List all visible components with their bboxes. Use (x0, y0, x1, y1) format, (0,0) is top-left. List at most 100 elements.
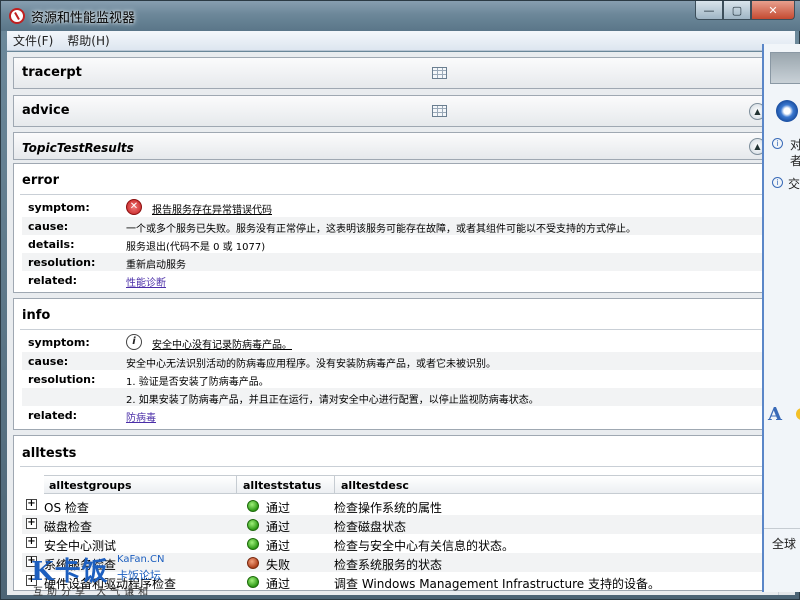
column-header-groups[interactable]: alltestgroups (46, 479, 132, 497)
row-label: details: (28, 238, 75, 251)
info-icon: i (772, 177, 783, 188)
related-link[interactable]: 性能诊断 (126, 274, 166, 289)
table-view-icon[interactable] (432, 105, 447, 117)
side-text-2: 者 (790, 154, 800, 168)
close-button[interactable]: ✕ (751, 1, 795, 20)
expand-icon[interactable]: + (26, 499, 37, 510)
error-cause-row: cause: 一个或多个服务已失败。服务没有正常停止，这表明该服务可能存在故障，… (22, 217, 774, 235)
test-status: 通过 (266, 501, 291, 515)
resource-monitor-window: 资源和性能监视器 — ▢ ✕ 文件(F) 帮助(H) tracerpt advi… (0, 0, 800, 600)
row-label: cause: (28, 220, 69, 233)
test-group: 磁盘检查 (44, 520, 93, 534)
side-bottom-bar: 全球 (764, 528, 800, 558)
minimize-button[interactable]: — (695, 1, 723, 20)
test-status: 通过 (266, 539, 291, 553)
advice-section-header[interactable]: advice ▲ (13, 95, 778, 127)
error-details-row: details: 服务退出(代码不是 0 或 1077) (22, 235, 774, 253)
column-header-status[interactable]: allteststatus (240, 479, 321, 497)
divider (20, 329, 776, 330)
side-text-3: 交 (788, 177, 800, 191)
side-text-1: 对 (790, 138, 800, 152)
expand-icon[interactable]: + (26, 518, 37, 529)
expand-icon[interactable]: + (26, 537, 37, 548)
test-desc: 检查系统服务的状态 (334, 558, 443, 572)
row-label: symptom: (28, 201, 90, 214)
webcam-icon[interactable] (776, 100, 798, 122)
info-cause-row: cause: 安全中心无法识别活动的防病毒应用程序。没有安装防病毒产品，或者它未… (22, 352, 774, 370)
watermark: K卡饭 KaFan.CN 卡饭论坛 互助分享 大气谦和 (31, 551, 201, 600)
row-value: 服务退出(代码不是 0 或 1077) (126, 242, 266, 253)
window-controls: — ▢ ✕ (695, 1, 795, 21)
row-label: related: (28, 409, 78, 422)
info-symptom-row: symptom: i 安全中心没有记录防病毒产品。 (22, 333, 774, 351)
info-related-row: related: 防病毒 (22, 406, 774, 424)
maximize-button[interactable]: ▢ (723, 1, 751, 20)
fail-status-icon (247, 557, 259, 569)
table-row[interactable]: + OS 检查 通过 检查操作系统的属性 (22, 496, 778, 515)
advice-title: advice (22, 103, 70, 118)
table-header: alltestgroups allteststatus alltestdesc (44, 475, 778, 494)
avatar[interactable] (770, 52, 800, 84)
error-symptom-row: symptom: ✕ 报告服务存在异常错误代码 (22, 198, 774, 216)
info-icon: i (126, 334, 142, 350)
divider (20, 466, 776, 467)
row-label: symptom: (28, 336, 90, 349)
related-link[interactable]: 防病毒 (126, 409, 156, 424)
watermark-site: KaFan.CN (117, 554, 165, 565)
report-content: tracerpt advice ▲ TopicTestResults ▲ err… (7, 52, 778, 595)
pass-status-icon (247, 519, 259, 531)
column-header-desc[interactable]: alltestdesc (338, 479, 409, 497)
test-group: OS 检查 (44, 501, 89, 515)
row-value: 2. 如果安装了防病毒产品，并且正在运行，请对安全中心进行配置，以停止监视防病毒… (126, 395, 539, 406)
row-value: 一个或多个服务已失败。服务没有正常停止，这表明该服务可能存在故障，或者其组件可能… (126, 224, 636, 235)
error-related-row: related: 性能诊断 (22, 271, 774, 289)
table-view-icon[interactable] (432, 67, 447, 79)
test-status: 失败 (266, 558, 291, 572)
table-row[interactable]: + 磁盘检查 通过 检查磁盘状态 (22, 515, 778, 534)
divider (20, 194, 776, 195)
side-bottom-text[interactable]: 全球 (772, 535, 796, 552)
menu-bar: 文件(F) 帮助(H) (7, 31, 795, 51)
info-resolution-row-2: 2. 如果安装了防病毒产品，并且正在运行，请对安全中心进行配置，以停止监视防病毒… (22, 388, 774, 406)
test-desc: 检查磁盘状态 (334, 520, 407, 534)
row-value: 安全中心没有记录防病毒产品。 (152, 340, 292, 351)
alltests-title: alltests (22, 446, 77, 461)
info-panel: info symptom: i 安全中心没有记录防病毒产品。 cause: 安全… (13, 298, 778, 430)
error-icon: ✕ (126, 199, 142, 215)
row-value: 安全中心无法识别活动的防病毒应用程序。没有安装防病毒产品，或者它未被识别。 (126, 359, 496, 370)
emoji-icon[interactable] (796, 408, 800, 420)
app-icon (9, 8, 25, 24)
window-title: 资源和性能监视器 (31, 11, 136, 26)
menu-file[interactable]: 文件(F) (13, 32, 53, 49)
error-panel: error symptom: ✕ 报告服务存在异常错误代码 cause: 一个或… (13, 163, 778, 293)
info-title: info (22, 308, 51, 323)
row-label: cause: (28, 355, 69, 368)
row-value: 报告服务存在异常错误代码 (152, 205, 272, 216)
font-icon[interactable]: A (768, 404, 782, 425)
error-title: error (22, 173, 59, 188)
title-bar[interactable]: 资源和性能监视器 — ▢ ✕ (1, 1, 800, 31)
menu-help[interactable]: 帮助(H) (67, 32, 109, 49)
test-desc: 调查 Windows Management Infrastructure 支持的… (334, 577, 660, 591)
row-value: 重新启动服务 (126, 260, 186, 271)
row-value: 1. 验证是否安装了防病毒产品。 (126, 377, 269, 388)
test-desc: 检查操作系统的属性 (334, 501, 443, 515)
test-status: 通过 (266, 520, 291, 534)
topic-title: TopicTestResults (22, 141, 134, 155)
error-resolution-row: resolution: 重新启动服务 (22, 253, 774, 271)
info-icon: i (772, 138, 783, 149)
row-label: related: (28, 274, 78, 287)
tracerpt-section-header[interactable]: tracerpt (13, 57, 778, 89)
pass-status-icon (247, 576, 259, 588)
background-chat-window[interactable]: i 对 者 i 交 A 全球 (762, 44, 800, 592)
test-status: 通过 (266, 577, 291, 591)
pass-status-icon (247, 538, 259, 550)
column-divider[interactable] (236, 476, 237, 494)
tracerpt-title: tracerpt (22, 65, 82, 80)
row-label: resolution: (28, 373, 96, 386)
test-desc: 检查与安全中心有关信息的状态。 (334, 539, 515, 553)
topic-section-header[interactable]: TopicTestResults ▲ (13, 132, 778, 160)
row-label: resolution: (28, 256, 96, 269)
pass-status-icon (247, 500, 259, 512)
column-divider[interactable] (334, 476, 335, 494)
